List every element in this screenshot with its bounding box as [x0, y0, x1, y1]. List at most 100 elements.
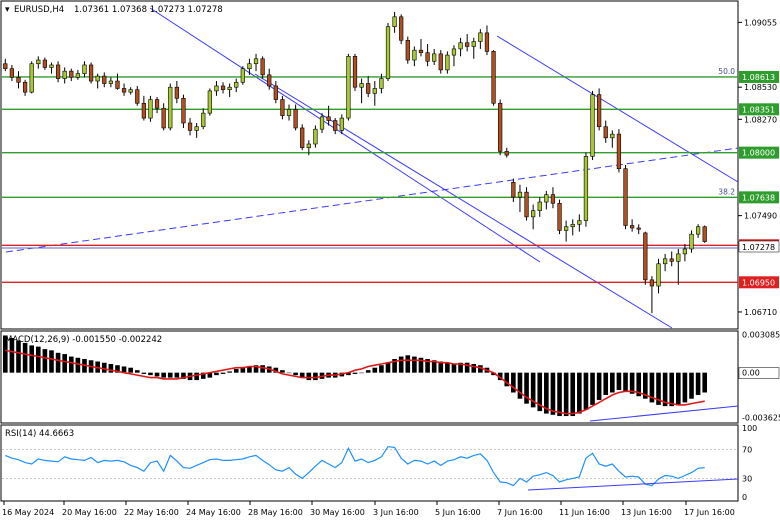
chart-header-triangle: ▾: [5, 5, 10, 15]
candle-body: [412, 49, 417, 61]
macd-tick-label-2: -0.003625: [742, 414, 780, 423]
candle-body: [432, 53, 437, 62]
candle-body: [240, 68, 245, 83]
macd-bar: [55, 352, 61, 373]
candle-body: [610, 133, 615, 139]
candle-body: [504, 151, 509, 156]
level-tag-label-0: 1.08613: [742, 73, 775, 82]
candle-body: [154, 99, 160, 109]
candle-body: [511, 181, 516, 198]
macd-bar: [359, 372, 364, 374]
candle-body: [445, 54, 450, 71]
price-tick-label-2: 1.08270: [744, 115, 777, 124]
chart-symbol-header: EURUSD,H4: [14, 5, 64, 15]
time-tick-label-5: 30 May 16:00: [310, 508, 365, 517]
macd-bar: [29, 345, 35, 373]
candle-body: [577, 220, 582, 225]
macd-bar: [194, 372, 199, 381]
candle-body: [465, 42, 470, 47]
candle-body: [399, 16, 404, 41]
candle-body: [372, 88, 377, 94]
rsi-tick-label-3: 0: [742, 493, 747, 502]
candle-body: [418, 49, 424, 53]
trading-chart: 50.0 38.2 1.08613 1.08351 1.08000 1.07638 1.0…: [0, 0, 780, 520]
candle-body: [214, 85, 219, 92]
macd-bar: [220, 372, 226, 374]
candle-body: [649, 279, 655, 287]
macd-tick-label-0: 0.003085: [742, 330, 780, 339]
candle-body: [682, 248, 688, 255]
candle-body: [9, 68, 15, 78]
candle-body: [669, 258, 674, 262]
candle-body: [102, 75, 107, 84]
macd-bar: [75, 357, 81, 373]
rsi-tick-label-2: 30: [742, 474, 752, 483]
macd-bar: [412, 356, 417, 373]
candle-body: [201, 112, 206, 128]
macd-bar: [590, 372, 595, 405]
candle-body: [333, 120, 338, 131]
candle-body: [141, 102, 146, 119]
time-tick-label-2: 22 May 16:00: [124, 508, 179, 517]
candle-body: [524, 191, 529, 218]
macd-bar: [682, 372, 688, 403]
macd-bar: [702, 372, 708, 393]
candle-body: [42, 59, 48, 68]
candle-body: [689, 233, 694, 250]
macd-bar: [372, 367, 378, 373]
macd-bar: [675, 372, 681, 405]
time-tick-label-10: 13 Jun 16:00: [621, 508, 672, 517]
macd-bar: [174, 372, 180, 378]
macd-bar: [445, 362, 450, 373]
macd-bar: [141, 372, 147, 374]
candle-body: [597, 94, 602, 128]
price-tick-label-3: 1.07490: [744, 212, 777, 221]
candle-body: [491, 51, 496, 104]
macd-bar: [35, 346, 41, 373]
candle-body: [273, 85, 278, 100]
level-tag-label-1: 1.08351: [742, 105, 775, 114]
macd-bar: [22, 342, 28, 373]
macd-bar: [471, 363, 477, 373]
candle-body: [36, 59, 41, 65]
macd-bar: [577, 372, 582, 414]
candle-body: [590, 94, 595, 157]
candle-body: [267, 74, 272, 87]
level-tag-label-3: 1.07638: [742, 193, 775, 202]
chart-ohlc-header: 1.07361 1.07368 1.07273 1.07278: [74, 5, 223, 15]
candle-body: [346, 56, 351, 119]
time-tick-label-11: 17 Jun 16:00: [684, 508, 735, 517]
macd-bar: [62, 354, 67, 373]
macd-bar: [365, 370, 371, 373]
candle-body: [260, 58, 265, 76]
candle-body: [478, 32, 483, 42]
candle-body: [630, 225, 635, 229]
candle-body: [656, 263, 661, 287]
candle-body: [280, 99, 285, 116]
candle-body: [550, 194, 556, 204]
macd-bar: [214, 372, 219, 376]
candle-body: [643, 232, 648, 281]
candle-body: [405, 39, 410, 61]
candle-body: [108, 80, 113, 84]
time-tick-label-3: 24 May 16:00: [186, 508, 241, 517]
candle-body: [29, 63, 34, 93]
candle-body: [570, 223, 575, 228]
candle-body: [458, 42, 463, 50]
candle-body: [62, 70, 67, 79]
fib-label-3: 38.2: [718, 187, 735, 196]
candle-body: [359, 83, 364, 88]
candle-body: [366, 83, 371, 94]
macd-bar: [101, 362, 107, 373]
time-tick-label-8: 7 Jun 16:00: [497, 508, 543, 517]
macd-bar: [352, 372, 358, 374]
candle-body: [313, 128, 318, 145]
macd-bar: [623, 372, 628, 392]
time-tick-label-7: 5 Jun 16:00: [435, 508, 481, 517]
macd-bar: [616, 372, 622, 391]
macd-bar: [385, 362, 391, 373]
candle-body: [326, 116, 331, 121]
macd-bar: [603, 372, 609, 395]
macd-bar: [49, 350, 54, 373]
candle-body: [174, 86, 179, 99]
